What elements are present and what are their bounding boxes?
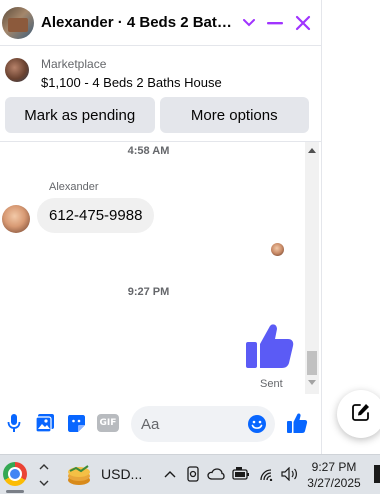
clock-time: 9:27 PM xyxy=(311,460,357,474)
marketplace-listing[interactable]: Marketplace $1,100 - 4 Beds 2 Baths Hous… xyxy=(0,48,321,94)
taskbar-expand-icon[interactable] xyxy=(38,460,50,490)
chat-title[interactable]: Alexander · 4 Beds 2 Baths House xyxy=(41,14,236,31)
listing-title: $1,100 - 4 Beds 2 Baths House xyxy=(41,75,222,90)
emoji-icon[interactable] xyxy=(247,414,267,434)
timestamp: 4:58 AM xyxy=(127,145,170,157)
scrollbar[interactable] xyxy=(305,142,319,394)
sender-avatar[interactable] xyxy=(2,205,30,233)
clock-date: 3/27/2025 xyxy=(307,476,361,490)
stock-ticker-icon[interactable] xyxy=(66,462,92,488)
thumbs-up-icon[interactable] xyxy=(244,320,296,372)
chat-window: Alexander · 4 Beds 2 Baths House Marketp… xyxy=(0,0,321,454)
gif-label: GIF xyxy=(97,414,119,432)
onedrive-cloud-icon[interactable] xyxy=(206,464,226,484)
contact-avatar[interactable] xyxy=(2,6,34,39)
chat-header: Alexander · 4 Beds 2 Baths House xyxy=(0,0,321,46)
battery-icon[interactable] xyxy=(231,464,251,484)
taskbar: USD... 9:27 PM 3/27/2025 xyxy=(0,454,380,494)
show-hidden-icons-icon[interactable] xyxy=(160,464,180,484)
message-bubble[interactable]: 612-475-9988 xyxy=(37,198,155,233)
chevron-down-icon[interactable] xyxy=(238,12,260,34)
seen-indicator-avatar xyxy=(271,243,284,256)
timestamp: 9:27 PM xyxy=(127,286,170,298)
sender-name: Alexander xyxy=(49,181,99,193)
message-status: Sent xyxy=(260,378,283,390)
active-app-indicator xyxy=(6,490,24,493)
listing-label: Marketplace xyxy=(41,57,107,71)
notification-indicator[interactable] xyxy=(374,465,380,483)
listing-thumbnail xyxy=(5,58,29,82)
compose-icon xyxy=(351,402,371,427)
camera-icon[interactable] xyxy=(183,464,203,484)
message-input-placeholder: Aa xyxy=(141,416,160,433)
scroll-up-arrow-icon[interactable] xyxy=(308,148,316,153)
listing-actions: Mark as pending More options xyxy=(5,97,309,133)
photo-icon[interactable] xyxy=(34,412,56,434)
more-options-button[interactable]: More options xyxy=(159,97,309,133)
stock-ticker-label[interactable]: USD... xyxy=(101,466,142,482)
message-composer: GIF Aa xyxy=(0,400,321,450)
scrollbar-thumb[interactable] xyxy=(307,351,317,375)
system-clock[interactable]: 9:27 PM 3/27/2025 xyxy=(305,459,363,491)
gif-icon[interactable]: GIF xyxy=(97,412,119,434)
page-background xyxy=(321,0,380,454)
chrome-icon[interactable] xyxy=(3,462,27,486)
microphone-icon[interactable] xyxy=(3,412,25,434)
like-icon[interactable] xyxy=(286,412,308,434)
volume-icon[interactable] xyxy=(280,464,300,484)
message-list: 4:58 AM Alexander 612-475-9988 9:27 PM S… xyxy=(0,142,305,394)
wifi-icon[interactable] xyxy=(256,464,276,484)
sticker-icon[interactable] xyxy=(65,412,87,434)
new-message-button[interactable] xyxy=(337,390,380,438)
mark-as-pending-button[interactable]: Mark as pending xyxy=(5,97,155,133)
scroll-down-arrow-icon[interactable] xyxy=(308,380,316,385)
minimize-icon[interactable] xyxy=(264,12,286,34)
close-icon[interactable] xyxy=(292,12,314,34)
message-input[interactable]: Aa xyxy=(131,406,275,442)
